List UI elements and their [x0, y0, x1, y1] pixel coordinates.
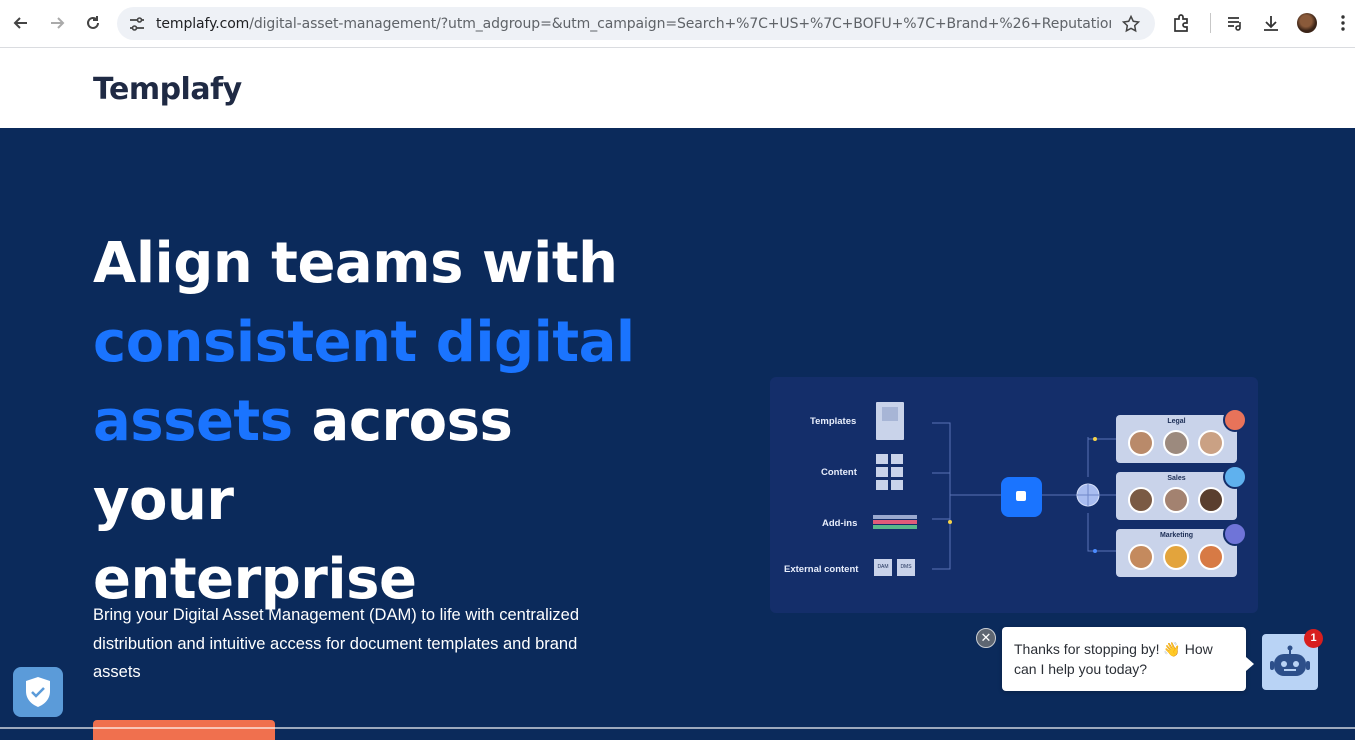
headline-line-1: Align teams with: [93, 231, 618, 296]
teams-icon: [1223, 522, 1247, 546]
team-member-avatar: [1163, 544, 1189, 570]
url-path: /digital-asset-management/?utm_adgroup=&…: [249, 16, 1111, 32]
headline-line-3: assets across your: [93, 382, 653, 540]
extensions-icon[interactable]: [1170, 12, 1192, 34]
dms-tag: DMS: [897, 559, 915, 576]
team-card-legal: Legal: [1116, 415, 1237, 463]
diagram-label-content: Content: [821, 467, 857, 478]
team-member-avatar: [1198, 487, 1224, 513]
templafy-logo[interactable]: Templafy: [93, 72, 242, 107]
hero-headline: Align teams with consistent digital asse…: [93, 224, 653, 619]
chat-close-button[interactable]: ✕: [976, 628, 996, 648]
browser-toolbar: templafy.com/digital-asset-management/?u…: [0, 0, 1355, 48]
shield-check-icon: [26, 677, 50, 707]
cta-button[interactable]: [93, 720, 275, 740]
chat-greeting-text: Thanks for stopping by! 👋 How can I help…: [1014, 641, 1213, 677]
media-queue-icon[interactable]: [1224, 12, 1246, 34]
bookmark-star-icon[interactable]: [1121, 14, 1141, 34]
dam-tag: DAM: [874, 559, 892, 576]
back-arrow-icon[interactable]: [9, 11, 33, 35]
address-bar[interactable]: templafy.com/digital-asset-management/?u…: [117, 7, 1155, 40]
team-member-avatar: [1163, 487, 1189, 513]
download-icon[interactable]: [1260, 12, 1282, 34]
team-name-legal: Legal: [1167, 418, 1186, 425]
more-menu-icon[interactable]: [1332, 12, 1354, 34]
diagram-label-addins: Add-ins: [822, 518, 858, 529]
headline-accent-1: consistent digital: [93, 310, 635, 375]
url-text[interactable]: templafy.com/digital-asset-management/?u…: [156, 16, 1111, 32]
profile-avatar[interactable]: [1297, 13, 1317, 33]
notification-count-badge: 1: [1304, 629, 1323, 648]
team-member-avatar: [1128, 430, 1154, 456]
reload-icon[interactable]: [81, 11, 105, 35]
hero-subtext: Bring your Digital Asset Management (DAM…: [93, 606, 580, 681]
team-name-sales: Sales: [1167, 475, 1186, 482]
team-card-marketing: Marketing: [1116, 529, 1237, 577]
chat-greeting-bubble[interactable]: Thanks for stopping by! 👋 How can I help…: [1002, 627, 1254, 691]
team-member-avatar: [1128, 544, 1154, 570]
diagram-label-external: External content: [784, 564, 859, 575]
salesforce-icon: [1223, 465, 1247, 489]
url-host: templafy.com: [156, 16, 250, 32]
site-header: Templafy: [0, 48, 1355, 128]
headline-accent-2: assets: [93, 389, 293, 454]
team-card-sales: Sales: [1116, 472, 1237, 520]
dam-diagram: Templates Content Add-ins External conte…: [770, 377, 1258, 613]
team-member-avatar: [1163, 430, 1189, 456]
forward-arrow-icon[interactable]: [45, 11, 69, 35]
privacy-settings-button[interactable]: [13, 667, 63, 717]
toolbar-divider: [1210, 13, 1211, 33]
team-name-marketing: Marketing: [1159, 532, 1194, 539]
site-settings-icon[interactable]: [128, 15, 146, 33]
team-member-avatar: [1128, 487, 1154, 513]
diagram-label-templates: Templates: [810, 416, 857, 427]
team-member-avatar: [1198, 544, 1224, 570]
team-member-avatar: [1198, 430, 1224, 456]
powerpoint-icon: [1223, 408, 1247, 432]
